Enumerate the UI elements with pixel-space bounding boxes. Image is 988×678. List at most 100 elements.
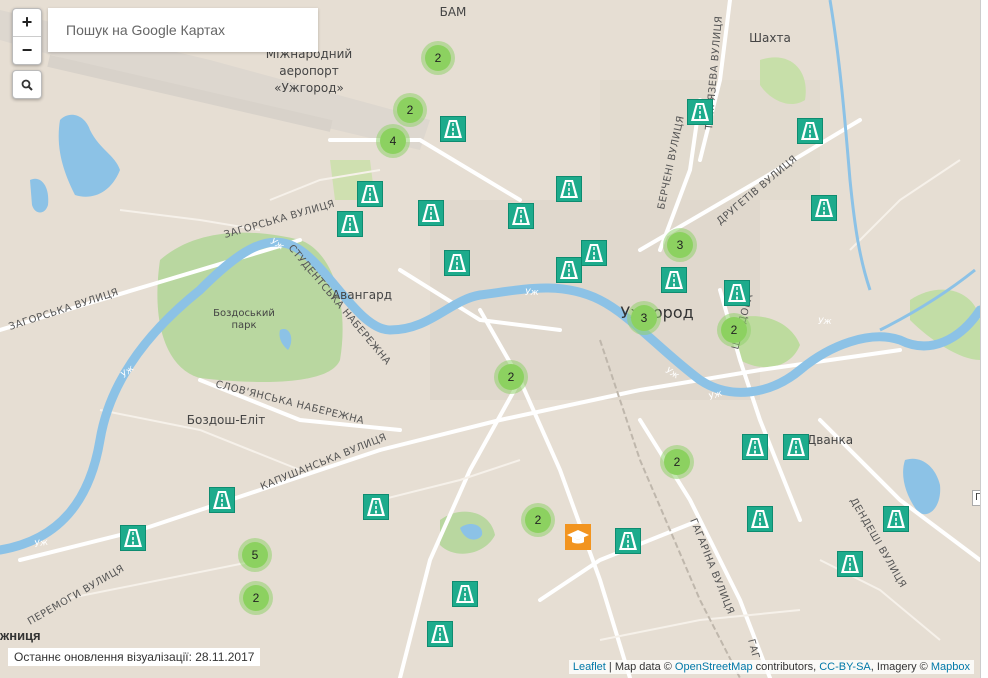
- cluster-count: 2: [664, 449, 690, 475]
- road-marker[interactable]: [508, 203, 534, 229]
- marker-cluster[interactable]: 5: [238, 538, 272, 572]
- cluster-count: 2: [721, 317, 747, 343]
- label-shakhta: Шахта: [749, 31, 791, 45]
- osm-link[interactable]: OpenStreetMap: [675, 661, 753, 673]
- attribution-text: | Map data ©: [605, 661, 675, 673]
- road-icon: [341, 215, 359, 233]
- update-note: Останнє оновлення візуалізації: 28.11.20…: [8, 648, 261, 666]
- road-marker[interactable]: [581, 240, 607, 266]
- label-airport-2: аеропорт: [279, 64, 339, 78]
- road-icon: [746, 438, 764, 456]
- cluster-count: 2: [425, 45, 451, 71]
- road-marker[interactable]: [444, 250, 470, 276]
- road-marker[interactable]: [363, 494, 389, 520]
- road-icon: [560, 261, 578, 279]
- road-icon: [124, 529, 142, 547]
- marker-cluster[interactable]: 3: [627, 301, 661, 335]
- marker-cluster[interactable]: 2: [521, 503, 555, 537]
- road-marker[interactable]: [615, 528, 641, 554]
- road-icon: [751, 510, 769, 528]
- label-bozdosh: Боздош-Еліт: [187, 413, 265, 427]
- marker-cluster[interactable]: 2: [494, 360, 528, 394]
- label-bam: БАМ: [440, 5, 467, 19]
- road-icon: [560, 180, 578, 198]
- zoom-in-button[interactable]: +: [13, 9, 41, 37]
- attribution-text: contributors,: [752, 661, 820, 673]
- road-icon: [448, 254, 466, 272]
- road-icon: [815, 199, 833, 217]
- road-icon: [431, 625, 449, 643]
- offscreen-marker-icon[interactable]: Г: [972, 490, 980, 506]
- road-icon: [422, 204, 440, 222]
- road-marker[interactable]: [783, 434, 809, 460]
- map-tiles: БАМ Міжнародний аеропорт «Ужгород» Шахта…: [0, 0, 980, 678]
- road-marker[interactable]: [556, 176, 582, 202]
- marker-cluster[interactable]: 2: [239, 581, 273, 615]
- road-icon: [367, 498, 385, 516]
- road-marker[interactable]: [747, 506, 773, 532]
- map-canvas[interactable]: БАМ Міжнародний аеропорт «Ужгород» Шахта…: [0, 0, 981, 678]
- label-park-2: парк: [231, 320, 256, 331]
- search-input[interactable]: [48, 8, 318, 52]
- road-marker[interactable]: [797, 118, 823, 144]
- marker-cluster[interactable]: 2: [393, 93, 427, 127]
- road-marker[interactable]: [337, 211, 363, 237]
- road-icon: [619, 532, 637, 550]
- label-airport-3: «Ужгород»: [274, 81, 344, 95]
- cluster-count: 2: [498, 364, 524, 390]
- road-marker[interactable]: [427, 621, 453, 647]
- road-marker[interactable]: [883, 506, 909, 532]
- road-icon: [361, 185, 379, 203]
- cluster-count: 2: [397, 97, 423, 123]
- edge-place-label: жниця: [0, 628, 41, 643]
- attribution: Leaflet | Map data © OpenStreetMap contr…: [568, 660, 974, 674]
- road-marker[interactable]: [452, 581, 478, 607]
- road-marker[interactable]: [418, 200, 444, 226]
- road-icon: [887, 510, 905, 528]
- cluster-count: 5: [242, 542, 268, 568]
- marker-cluster[interactable]: 4: [376, 124, 410, 158]
- river-label: Уж: [818, 317, 832, 327]
- road-icon: [728, 284, 746, 302]
- road-marker[interactable]: [742, 434, 768, 460]
- road-marker[interactable]: [661, 267, 687, 293]
- road-icon: [665, 271, 683, 289]
- label-park-1: Боздоський: [213, 308, 275, 319]
- road-marker[interactable]: [837, 551, 863, 577]
- road-icon: [801, 122, 819, 140]
- marker-cluster[interactable]: 2: [717, 313, 751, 347]
- road-icon: [512, 207, 530, 225]
- license-link[interactable]: CC-BY-SA: [819, 661, 871, 673]
- marker-cluster[interactable]: 2: [660, 445, 694, 479]
- river-label: Уж: [525, 288, 539, 298]
- zoom-control: + −: [12, 8, 42, 65]
- road-marker[interactable]: [357, 181, 383, 207]
- road-marker[interactable]: [687, 99, 713, 125]
- road-marker[interactable]: [209, 487, 235, 513]
- zoom-out-button[interactable]: −: [13, 37, 41, 64]
- cluster-count: 4: [380, 128, 406, 154]
- road-icon: [456, 585, 474, 603]
- search-button[interactable]: [12, 70, 42, 99]
- graduation-cap-icon: [567, 530, 589, 544]
- road-icon: [213, 491, 231, 509]
- road-marker[interactable]: [811, 195, 837, 221]
- road-marker[interactable]: [120, 525, 146, 551]
- marker-cluster[interactable]: 2: [421, 41, 455, 75]
- cluster-count: 2: [243, 585, 269, 611]
- road-icon: [787, 438, 805, 456]
- road-marker[interactable]: [724, 280, 750, 306]
- road-marker[interactable]: [440, 116, 466, 142]
- road-icon: [691, 103, 709, 121]
- attribution-text: , Imagery ©: [870, 661, 931, 673]
- education-marker[interactable]: [565, 524, 591, 550]
- label-dvanka: Дванка: [807, 433, 853, 447]
- road-icon: [444, 120, 462, 138]
- cluster-count: 2: [525, 507, 551, 533]
- road-marker[interactable]: [556, 257, 582, 283]
- road-icon: [585, 244, 603, 262]
- cluster-count: 3: [631, 305, 657, 331]
- marker-cluster[interactable]: 3: [663, 228, 697, 262]
- mapbox-link[interactable]: Mapbox: [931, 661, 970, 673]
- leaflet-link[interactable]: Leaflet: [573, 661, 606, 673]
